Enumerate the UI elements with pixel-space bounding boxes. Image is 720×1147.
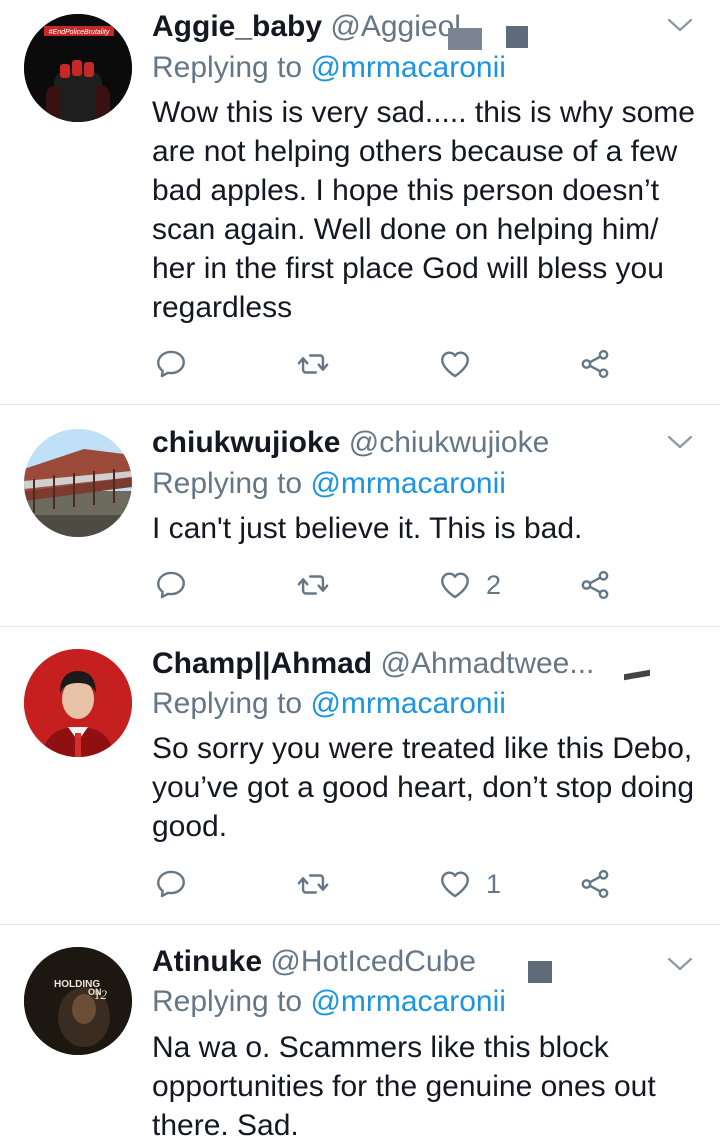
tweet-text: Na wa o. Scammers like this block opport… [152,1031,656,1142]
chevron-down-icon[interactable] [666,433,694,451]
display-name[interactable]: chiukwujioke [152,426,340,459]
like-count: 2 [486,569,502,600]
replying-to-label: Replying to [152,985,303,1018]
reply-button[interactable] [154,864,202,904]
replying-to: Replying to @mrmacaronii [152,51,506,85]
share-button[interactable] [578,565,612,605]
like-button[interactable]: 2 [438,565,501,605]
share-icon [578,867,612,901]
replying-to: Replying to @mrmacaronii [152,687,506,721]
retweet-button[interactable] [296,565,344,605]
reply-button[interactable] [154,565,202,605]
retweet-button[interactable] [296,344,344,384]
tweet[interactable]: chiukwujioke @chiukwujioke Replying to @… [0,405,720,626]
retweet-icon [296,568,330,602]
retweet-icon [296,347,330,381]
tweet-actions [154,344,624,384]
share-button[interactable] [578,344,612,384]
share-icon [578,568,612,602]
tweet-text: So sorry you were treated like this Debo… [152,732,695,843]
like-count: 1 [486,868,502,899]
reply-icon [154,347,188,381]
user-handle[interactable]: @Ahmadtwee... [380,647,594,680]
movie-poster-image: HOLDING ON 12 [24,947,132,1055]
avatar[interactable] [24,429,132,537]
chevron-down-icon[interactable] [666,955,694,973]
reply-icon [154,867,188,901]
redaction-mark [448,28,482,50]
raised-fist-image: #EndPoliceBrutality [24,14,132,122]
replying-to-label: Replying to [152,687,303,720]
redaction-mark [528,961,552,983]
replying-to: Replying to @mrmacaronii [152,467,506,501]
user-handle[interactable]: @Aggieol [330,10,461,43]
replying-to-mention[interactable]: @mrmacaronii [310,51,505,84]
retweet-icon [296,867,330,901]
avatar[interactable]: HOLDING ON 12 [24,947,132,1055]
user-handle[interactable]: @chiukwujioke [349,426,550,459]
avatar[interactable] [24,649,132,757]
replying-to-mention[interactable]: @mrmacaronii [310,467,505,500]
bridge-image [24,429,132,537]
user-handle[interactable]: @HotIcedCube [270,945,476,978]
tweet-actions: 2 [154,565,624,605]
avatar-label: #EndPoliceBrutality [49,29,110,36]
tweet[interactable]: #EndPoliceBrutality Aggie_baby @Aggieol … [0,0,720,404]
heart-icon [438,347,472,381]
portrait-image [24,649,132,757]
redaction-mark [506,26,528,48]
tweet-actions: 1 [154,864,624,904]
heart-icon [438,568,472,602]
like-button[interactable] [438,344,486,384]
display-name[interactable]: Atinuke [152,945,262,978]
heart-icon [438,867,472,901]
replying-to-mention[interactable]: @mrmacaronii [310,687,505,720]
chevron-down-icon[interactable] [666,16,694,34]
tweet[interactable]: Champ||Ahmad @Ahmadtwee... Replying to @… [0,627,720,924]
avatar-mark: 12 [94,987,108,1002]
replying-to: Replying to @mrmacaronii [152,985,506,1019]
share-button[interactable] [578,864,612,904]
retweet-button[interactable] [296,864,344,904]
avatar[interactable]: #EndPoliceBrutality [24,14,132,122]
tweet-text: Wow this is very sad..... this is why so… [152,96,695,324]
share-icon [578,347,612,381]
replying-to-mention[interactable]: @mrmacaronii [310,985,505,1018]
replying-to-label: Replying to [152,467,303,500]
tweet[interactable]: HOLDING ON 12 Atinuke @HotIcedCube Reply… [0,925,720,1147]
like-button[interactable]: 1 [438,864,501,904]
replying-to-label: Replying to [152,51,303,84]
display-name[interactable]: Champ||Ahmad [152,647,372,680]
tweet-text: I can't just believe it. This is bad. [152,512,583,545]
reply-button[interactable] [154,344,202,384]
reply-icon [154,568,188,602]
display-name[interactable]: Aggie_baby [152,10,322,43]
